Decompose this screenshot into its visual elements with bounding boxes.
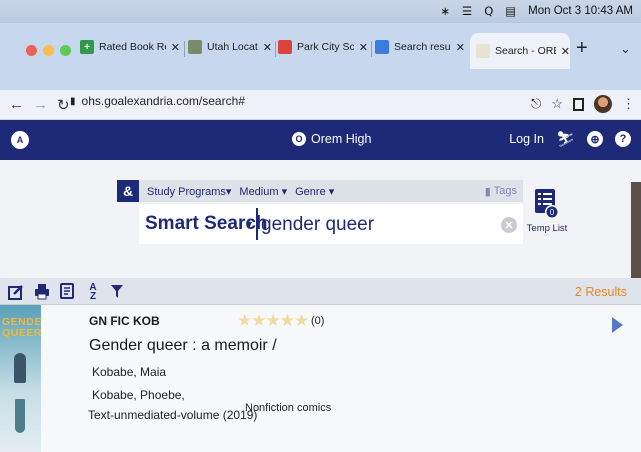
- svg-text:0: 0: [550, 208, 555, 217]
- tab-favicon-icon: +: [80, 40, 94, 54]
- site-title[interactable]: O Orem High: [292, 132, 371, 146]
- menubar-clock[interactable]: Mon Oct 3 10:43 AM: [528, 5, 633, 17]
- login-link[interactable]: Log In: [509, 132, 544, 146]
- temp-list-icon: 0: [534, 188, 560, 220]
- advanced-search-icon[interactable]: &: [117, 180, 139, 202]
- result-item[interactable]: GENDER QUEER GN FIC KOB ★★★★★ (0) Gender…: [0, 305, 641, 452]
- close-tab-icon[interactable]: ✕: [171, 41, 180, 54]
- spotlight-icon[interactable]: Q: [484, 4, 493, 18]
- browser-tab-strip: + Rated Book Reviews ✕ Utah Locations | …: [0, 22, 641, 90]
- print-icon[interactable]: [33, 282, 51, 301]
- address-bar-row: ← → ↻ ▮ ohs.goalexandria.com/search# ⎋ ☆…: [0, 90, 641, 120]
- help-icon[interactable]: ?: [615, 131, 631, 147]
- tab-label: Park City School E: [297, 41, 354, 53]
- call-number: GN FIC KOB: [89, 314, 160, 328]
- back-arrow-icon[interactable]: ←: [9, 96, 24, 113]
- book-cover-image[interactable]: GENDER QUEER: [0, 305, 41, 452]
- tags-label: Tags: [493, 185, 517, 197]
- search-panel: & Study Programs▾ Medium ▾ Genre ▾ ▮ Tag…: [0, 160, 641, 278]
- wifi-icon[interactable]: ☰: [462, 4, 472, 18]
- tab-favicon-icon: [278, 40, 292, 54]
- accessibility-icon[interactable]: ⛷: [556, 130, 575, 148]
- tab-favicon-icon: [188, 40, 202, 54]
- genre-dropdown[interactable]: Genre ▾: [295, 185, 334, 198]
- site-title-text: Orem High: [311, 132, 372, 146]
- search-mode-chevron-icon[interactable]: ▼: [245, 219, 254, 229]
- close-tab-icon[interactable]: ✕: [561, 45, 570, 58]
- browser-menu-icon[interactable]: ⋮: [622, 96, 635, 112]
- bookmark-star-icon[interactable]: ☆: [551, 96, 563, 112]
- url-field[interactable]: ▮ ohs.goalexandria.com/search#: [70, 94, 245, 108]
- profile-avatar[interactable]: [594, 95, 612, 113]
- close-tab-icon[interactable]: ✕: [263, 41, 272, 54]
- close-tab-icon[interactable]: ✕: [359, 41, 368, 54]
- control-center-icon[interactable]: ▤: [505, 4, 516, 18]
- tags-button[interactable]: ▮ Tags: [485, 185, 517, 198]
- tab-label: Search - OREMHS: [495, 45, 556, 57]
- minimize-window-button[interactable]: [43, 45, 54, 56]
- list-view-icon[interactable]: [58, 282, 76, 301]
- temp-list-button[interactable]: 0 Temp List: [526, 188, 568, 234]
- temp-list-label: Temp List: [526, 223, 568, 234]
- results-toolbar: AZ 2 Results: [0, 278, 641, 305]
- tab-rated-book-reviews[interactable]: + Rated Book Reviews ✕: [80, 31, 180, 63]
- search-input[interactable]: [261, 212, 495, 238]
- tab-search-chevron-icon[interactable]: ⌄: [620, 41, 631, 57]
- zoom-window-button[interactable]: [60, 45, 71, 56]
- background-edge: [631, 182, 641, 278]
- share-icon[interactable]: ⎋: [531, 96, 541, 112]
- book-format: Text-unmediated-volume (2019): [88, 408, 258, 422]
- rating-count: (0): [311, 315, 325, 327]
- tab-label: Utah Locations | F: [207, 41, 258, 53]
- reload-icon[interactable]: ↻: [57, 96, 70, 114]
- clear-search-icon[interactable]: ✕: [501, 217, 517, 233]
- forward-arrow-icon[interactable]: →: [33, 96, 48, 113]
- author-link[interactable]: Kobabe, Phoebe,: [92, 388, 185, 402]
- site-header: A O Orem High Log In ⛷ ⊕ ?: [0, 120, 641, 160]
- cover-title-text: GENDER QUEER: [2, 316, 41, 339]
- tab-favicon-icon: [476, 44, 490, 58]
- search-box: Smart Search ▼ ✕: [139, 204, 523, 244]
- edit-icon[interactable]: [7, 282, 25, 301]
- medium-dropdown[interactable]: Medium ▾: [239, 185, 287, 198]
- author-link[interactable]: Kobabe, Maia: [92, 365, 166, 379]
- extension-icon[interactable]: [573, 97, 584, 111]
- bluetooth-icon[interactable]: ∗: [440, 4, 450, 18]
- school-logo-icon: O: [292, 132, 306, 146]
- new-tab-button[interactable]: +: [576, 37, 588, 60]
- alexandria-logo-icon[interactable]: A: [11, 131, 29, 149]
- tab-label: Rated Book Reviews: [99, 41, 166, 53]
- results-count: 2 Results: [574, 285, 627, 299]
- filter-icon[interactable]: [108, 282, 126, 301]
- book-title-link[interactable]: Gender queer : a memoir /: [89, 337, 277, 355]
- tab-label: Search results - G: [394, 41, 451, 53]
- expand-result-arrow-icon[interactable]: [612, 317, 623, 333]
- url-text: ohs.goalexandria.com/search#: [81, 94, 245, 108]
- bookmark-icon: ▮: [484, 185, 491, 198]
- search-filter-bar: Study Programs▾ Medium ▾ Genre ▾ ▮ Tags: [139, 180, 523, 202]
- close-tab-icon[interactable]: ✕: [456, 41, 465, 54]
- study-programs-dropdown[interactable]: Study Programs▾: [147, 185, 231, 198]
- macos-menubar: ∗ ☰ Q ▤ Mon Oct 3 10:43 AM: [0, 0, 641, 22]
- tab-favicon-icon: [375, 40, 389, 54]
- book-genre: Nonfiction comics: [245, 402, 332, 414]
- lock-icon: ▮: [70, 95, 76, 107]
- star-rating[interactable]: ★★★★★: [237, 311, 309, 331]
- globe-icon[interactable]: ⊕: [587, 131, 603, 147]
- window-controls: [26, 45, 71, 56]
- tab-search-oremhs[interactable]: Search - OREMHS ✕: [470, 33, 570, 69]
- close-window-button[interactable]: [26, 45, 37, 56]
- sort-az-icon[interactable]: AZ: [84, 282, 102, 301]
- tab-search-results-google[interactable]: Search results - G ✕: [375, 31, 465, 63]
- tab-park-city-school[interactable]: Park City School E ✕: [278, 31, 368, 63]
- tab-utah-locations[interactable]: Utah Locations | F ✕: [188, 31, 272, 63]
